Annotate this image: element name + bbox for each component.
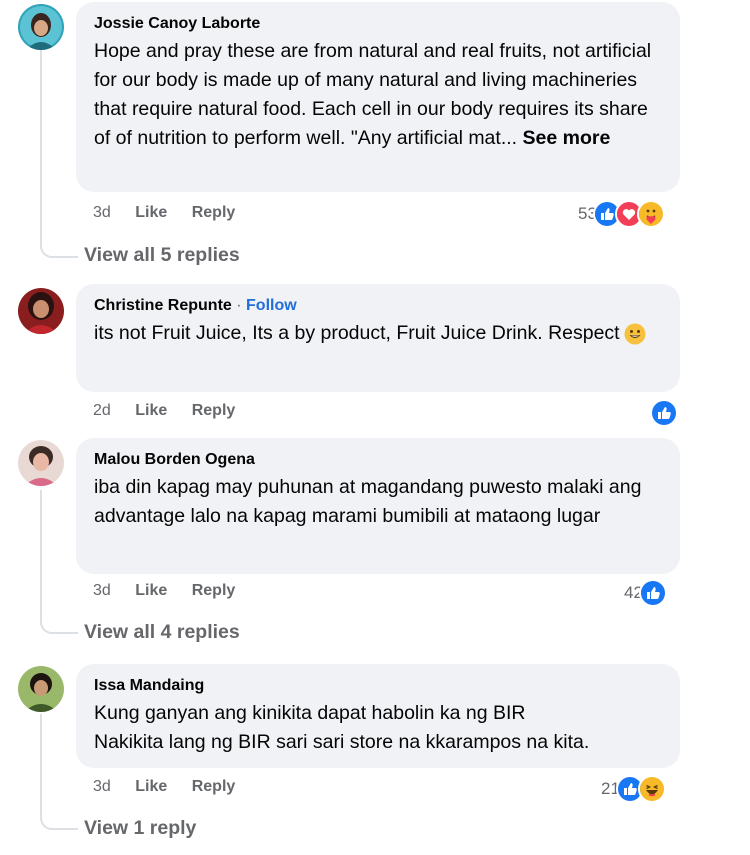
reaction-summary[interactable] bbox=[650, 399, 678, 427]
avatar[interactable] bbox=[18, 666, 64, 712]
comment-bubble: Issa Mandaing Kung ganyan ang kinikita d… bbox=[76, 664, 680, 768]
like-button[interactable]: Like bbox=[135, 778, 167, 795]
comment-author[interactable]: Christine Repunte bbox=[94, 297, 232, 314]
thread-connector bbox=[40, 244, 78, 258]
like-button[interactable]: Like bbox=[135, 582, 167, 599]
haha-icon bbox=[637, 775, 666, 803]
comment-body: its not Fruit Juice, Its a by product, F… bbox=[94, 322, 620, 344]
comment-line: Nakikita lang ng BIR sari sari store na … bbox=[94, 731, 590, 753]
comment-text: its not Fruit Juice, Its a by product, F… bbox=[94, 319, 662, 348]
thread-line bbox=[40, 714, 42, 818]
comment-text: Kung ganyan ang kinikita dapat habolin k… bbox=[94, 699, 662, 757]
comment-actions: 2d Like Reply bbox=[93, 402, 255, 420]
separator: · bbox=[236, 297, 242, 314]
comment-bubble: Jossie Canoy Laborte Hope and pray these… bbox=[76, 2, 680, 192]
follow-button[interactable]: Follow bbox=[246, 297, 297, 314]
avatar[interactable] bbox=[18, 4, 64, 50]
reply-button[interactable]: Reply bbox=[192, 778, 236, 795]
reply-button[interactable]: Reply bbox=[192, 582, 236, 599]
comment-bubble: Christine Repunte · Follow its not Fruit… bbox=[76, 284, 680, 392]
comment-time[interactable]: 3d bbox=[93, 582, 111, 599]
view-replies-link[interactable]: View all 5 replies bbox=[84, 244, 240, 267]
thread-line bbox=[40, 50, 42, 246]
comment-author[interactable]: Jossie Canoy Laborte bbox=[94, 14, 662, 34]
reaction-summary[interactable]: 42 bbox=[624, 579, 667, 607]
comment-author[interactable]: Malou Borden Ogena bbox=[94, 450, 662, 470]
comment-text: Hope and pray these are from natural and… bbox=[94, 37, 662, 153]
avatar[interactable] bbox=[18, 288, 64, 334]
reply-button[interactable]: Reply bbox=[192, 204, 236, 221]
comment-actions: 3d Like Reply bbox=[93, 204, 255, 222]
comment-author-row: Christine Repunte · Follow bbox=[94, 296, 662, 316]
like-button[interactable]: Like bbox=[135, 204, 167, 221]
like-icon bbox=[650, 399, 678, 427]
comment-time[interactable]: 2d bbox=[93, 402, 111, 419]
thread-connector bbox=[40, 620, 78, 634]
avatar[interactable] bbox=[18, 440, 64, 486]
comment-bubble: Malou Borden Ogena iba din kapag may puh… bbox=[76, 438, 680, 574]
reply-button[interactable]: Reply bbox=[192, 402, 236, 419]
grinning-emoji-icon bbox=[624, 323, 646, 345]
comment-time[interactable]: 3d bbox=[93, 204, 111, 221]
comment-time[interactable]: 3d bbox=[93, 778, 111, 795]
like-icon bbox=[638, 579, 667, 607]
comment-actions: 3d Like Reply bbox=[93, 778, 255, 796]
see-more-link[interactable]: See more bbox=[523, 127, 611, 149]
reaction-summary[interactable]: 21 bbox=[601, 775, 666, 803]
view-replies-link[interactable]: View all 4 replies bbox=[84, 621, 240, 644]
view-replies-link[interactable]: View 1 reply bbox=[84, 817, 196, 840]
comment-actions: 3d Like Reply bbox=[93, 582, 255, 600]
care-icon bbox=[636, 200, 665, 228]
comment-line: Kung ganyan ang kinikita dapat habolin k… bbox=[94, 702, 526, 724]
thread-connector bbox=[40, 816, 78, 830]
reaction-summary[interactable]: 53 bbox=[578, 200, 665, 228]
thread-line bbox=[40, 490, 42, 622]
like-button[interactable]: Like bbox=[135, 402, 167, 419]
comment-text: iba din kapag may puhunan at magandang p… bbox=[94, 476, 642, 527]
comment-author[interactable]: Issa Mandaing bbox=[94, 676, 662, 696]
